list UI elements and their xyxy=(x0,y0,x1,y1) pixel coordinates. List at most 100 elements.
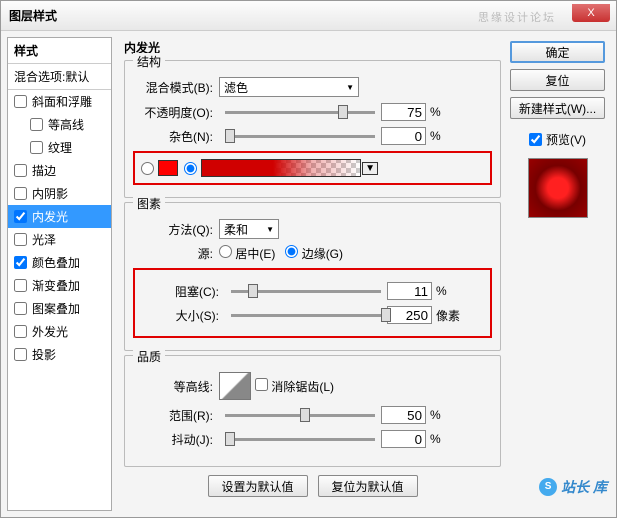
choke-label: 阻塞(C): xyxy=(139,283,219,300)
style-checkbox[interactable] xyxy=(14,325,27,338)
bottom-watermark: S 站长 库 xyxy=(539,477,607,497)
contour-picker[interactable] xyxy=(219,372,251,400)
opacity-input[interactable] xyxy=(381,103,426,121)
solid-color-radio[interactable] xyxy=(141,162,154,175)
blend-mode-select[interactable]: 滤色 xyxy=(219,77,359,97)
preview-option[interactable]: 预览(V) xyxy=(529,131,586,148)
contour-label: 等高线: xyxy=(133,378,213,395)
choke-input[interactable] xyxy=(387,282,432,300)
gradient-option[interactable] xyxy=(184,159,361,177)
sidebar-item-0[interactable]: 斜面和浮雕 xyxy=(8,90,111,113)
style-checkbox[interactable] xyxy=(30,141,43,154)
elements-title: 图素 xyxy=(133,195,165,212)
jitter-unit: % xyxy=(430,432,441,446)
range-slider[interactable] xyxy=(225,407,375,423)
jitter-input[interactable] xyxy=(381,430,426,448)
structure-title: 结构 xyxy=(133,53,165,70)
style-checkbox[interactable] xyxy=(14,302,27,315)
sidebar-item-label: 等高线 xyxy=(48,116,84,133)
sidebar-header: 样式 xyxy=(8,38,111,64)
antialias-checkbox[interactable] xyxy=(255,378,268,391)
noise-input[interactable] xyxy=(381,127,426,145)
jitter-slider[interactable] xyxy=(225,431,375,447)
noise-unit: % xyxy=(430,129,441,143)
size-unit: 像素 xyxy=(436,307,460,324)
choke-size-highlight: 阻塞(C): % 大小(S): 像素 xyxy=(133,268,492,338)
sidebar-item-3[interactable]: 描边 xyxy=(8,159,111,182)
blend-mode-label: 混合模式(B): xyxy=(133,79,213,96)
sidebar-item-label: 内阴影 xyxy=(32,185,68,202)
make-default-button[interactable]: 设置为默认值 xyxy=(208,475,308,497)
quality-title: 品质 xyxy=(133,348,165,365)
style-checkbox[interactable] xyxy=(14,187,27,200)
antialias-option[interactable]: 消除锯齿(L) xyxy=(255,378,334,395)
style-checkbox[interactable] xyxy=(14,210,27,223)
opacity-unit: % xyxy=(430,105,441,119)
size-slider[interactable] xyxy=(231,307,381,323)
sidebar-item-8[interactable]: 渐变叠加 xyxy=(8,274,111,297)
sidebar-item-label: 光泽 xyxy=(32,231,56,248)
sidebar-item-6[interactable]: 光泽 xyxy=(8,228,111,251)
quality-group: 品质 等高线: 消除锯齿(L) 范围(R): % 抖动(J): % xyxy=(124,355,501,467)
source-label: 源: xyxy=(133,245,213,262)
cancel-button[interactable]: 复位 xyxy=(510,69,605,91)
reset-default-button[interactable]: 复位为默认值 xyxy=(318,475,418,497)
sidebar-item-5[interactable]: 内发光 xyxy=(8,205,111,228)
technique-select[interactable]: 柔和 xyxy=(219,219,279,239)
size-input[interactable] xyxy=(387,306,432,324)
sidebar-item-1[interactable]: 等高线 xyxy=(8,113,111,136)
glow-color-row xyxy=(133,151,492,185)
sidebar-item-label: 投影 xyxy=(32,346,56,363)
titlebar: 图层样式 思缘设计论坛 X xyxy=(1,1,616,31)
choke-slider[interactable] xyxy=(231,283,381,299)
sidebar-item-9[interactable]: 图案叠加 xyxy=(8,297,111,320)
source-center-option[interactable]: 居中(E) xyxy=(219,245,275,262)
opacity-slider[interactable] xyxy=(225,104,375,120)
solid-color-swatch[interactable] xyxy=(158,160,178,176)
style-checkbox[interactable] xyxy=(30,118,43,131)
range-unit: % xyxy=(430,408,441,422)
effect-title: 内发光 xyxy=(124,39,505,56)
close-button[interactable]: X xyxy=(572,4,610,22)
blending-options-default[interactable]: 混合选项:默认 xyxy=(8,64,111,90)
style-checkbox[interactable] xyxy=(14,256,27,269)
elements-group: 图素 方法(Q): 柔和 源: 居中(E) 边缘(G) 阻塞(C): xyxy=(124,202,501,351)
jitter-label: 抖动(J): xyxy=(133,431,213,448)
gradient-swatch[interactable] xyxy=(201,159,361,177)
styles-sidebar: 样式 混合选项:默认 斜面和浮雕等高线纹理描边内阴影内发光光泽颜色叠加渐变叠加图… xyxy=(7,37,112,511)
range-label: 范围(R): xyxy=(133,407,213,424)
style-checkbox[interactable] xyxy=(14,348,27,361)
sidebar-item-11[interactable]: 投影 xyxy=(8,343,111,366)
sidebar-item-4[interactable]: 内阴影 xyxy=(8,182,111,205)
noise-slider[interactable] xyxy=(225,128,375,144)
range-input[interactable] xyxy=(381,406,426,424)
right-panel: 确定 复位 新建样式(W)... 预览(V) xyxy=(505,37,610,511)
sidebar-item-label: 纹理 xyxy=(48,139,72,156)
sidebar-item-label: 渐变叠加 xyxy=(32,277,80,294)
sidebar-item-7[interactable]: 颜色叠加 xyxy=(8,251,111,274)
structure-group: 结构 混合模式(B): 滤色 不透明度(O): % 杂色(N): % xyxy=(124,60,501,198)
sidebar-item-label: 外发光 xyxy=(32,323,68,340)
style-checkbox[interactable] xyxy=(14,279,27,292)
sidebar-item-label: 图案叠加 xyxy=(32,300,80,317)
size-label: 大小(S): xyxy=(139,307,219,324)
noise-label: 杂色(N): xyxy=(133,128,213,145)
style-checkbox[interactable] xyxy=(14,164,27,177)
new-style-button[interactable]: 新建样式(W)... xyxy=(510,97,605,119)
solid-color-option[interactable] xyxy=(141,160,178,176)
main-panel: 内发光 结构 混合模式(B): 滤色 不透明度(O): % 杂色(N): xyxy=(120,37,505,511)
style-checkbox[interactable] xyxy=(14,95,27,108)
ok-button[interactable]: 确定 xyxy=(510,41,605,63)
sidebar-item-label: 颜色叠加 xyxy=(32,254,80,271)
preview-checkbox[interactable] xyxy=(529,133,542,146)
style-checkbox[interactable] xyxy=(14,233,27,246)
dialog-title: 图层样式 xyxy=(9,7,57,24)
source-edge-option[interactable]: 边缘(G) xyxy=(285,245,343,262)
sidebar-item-10[interactable]: 外发光 xyxy=(8,320,111,343)
opacity-label: 不透明度(O): xyxy=(133,104,213,121)
choke-unit: % xyxy=(436,284,447,298)
brand-watermark: 思缘设计论坛 xyxy=(478,9,556,25)
preview-swatch xyxy=(528,158,588,218)
gradient-radio[interactable] xyxy=(184,162,197,175)
sidebar-item-2[interactable]: 纹理 xyxy=(8,136,111,159)
